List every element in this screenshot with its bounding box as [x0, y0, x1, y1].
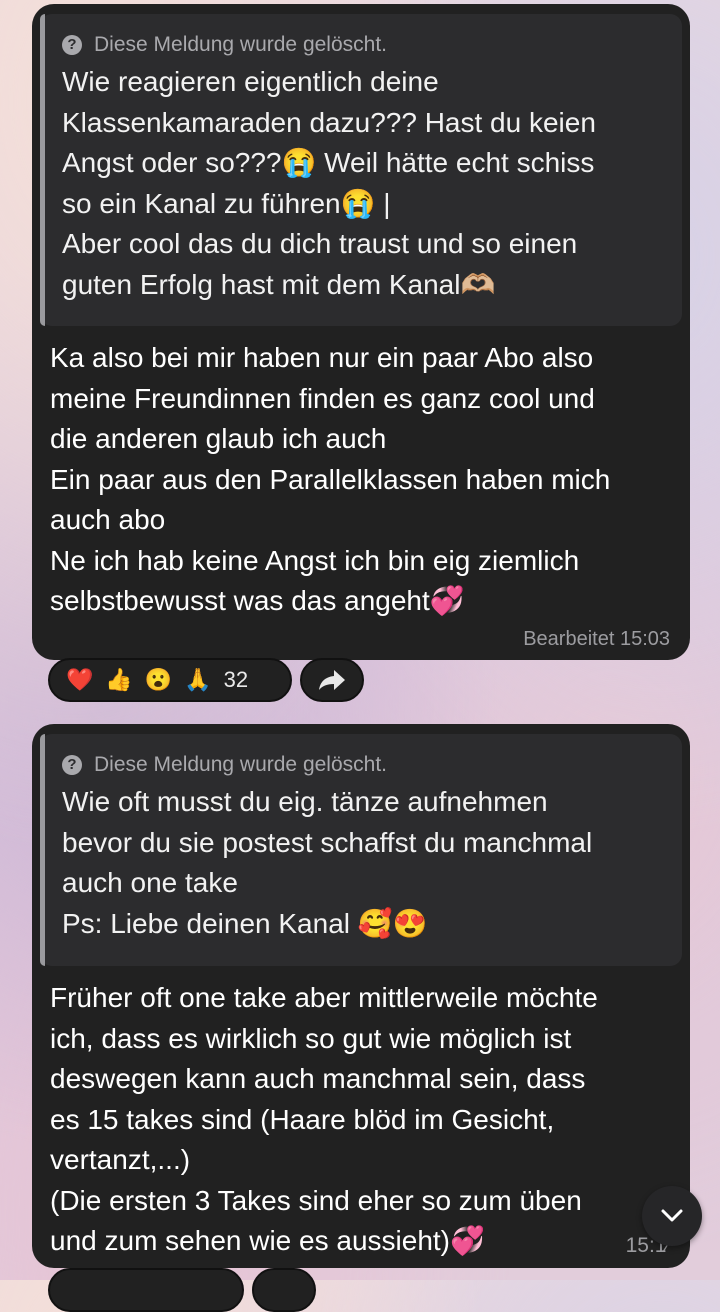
reaction-thumbs-up[interactable]: 👍 — [105, 658, 132, 702]
message-bubble[interactable]: ? Diese Meldung wurde gelöscht. Wie reag… — [32, 4, 690, 660]
question-circle-icon: ? — [62, 755, 82, 775]
quoted-message[interactable]: ? Diese Meldung wurde gelöscht. Wie reag… — [40, 14, 682, 326]
forward-button-partial[interactable] — [252, 1268, 316, 1312]
question-circle-icon: ? — [62, 35, 82, 55]
reaction-surprised[interactable]: 😮 — [145, 658, 172, 702]
message-timestamp: Bearbeitet 15:03 — [523, 628, 670, 650]
quoted-text: Wie reagieren eigentlich deine Klassenka… — [62, 66, 596, 300]
deleted-label: Diese Meldung wurde gelöscht. — [94, 753, 387, 776]
forward-button[interactable] — [300, 658, 364, 702]
reaction-heart[interactable]: ❤️ — [66, 658, 93, 702]
reactions-bar[interactable]: ❤️ 👍 😮 🙏 32 — [48, 658, 292, 702]
quoted-message[interactable]: ? Diese Meldung wurde gelöscht. Wie oft … — [40, 734, 682, 966]
message-bubble[interactable]: ? Diese Meldung wurde gelöscht. Wie oft … — [32, 724, 690, 1268]
share-arrow-icon — [319, 670, 345, 690]
deleted-notice: ? Diese Meldung wurde gelöscht. — [62, 32, 664, 58]
reaction-pray[interactable]: 🙏 — [184, 658, 211, 702]
reactions-bar-partial[interactable] — [48, 1268, 244, 1312]
reaction-count: 32 — [223, 667, 249, 692]
deleted-label: Diese Meldung wurde gelöscht. — [94, 33, 387, 56]
message-text: Ka also bei mir haben nur ein paar Abo a… — [50, 342, 611, 616]
deleted-notice: ? Diese Meldung wurde gelöscht. — [62, 752, 664, 778]
chevron-down-icon — [661, 1209, 683, 1222]
scroll-down-button[interactable] — [642, 1186, 702, 1246]
quoted-text: Wie oft musst du eig. tänze aufnehmen be… — [62, 786, 593, 939]
message-text: Früher oft one take aber mittlerweile mö… — [50, 982, 598, 1256]
